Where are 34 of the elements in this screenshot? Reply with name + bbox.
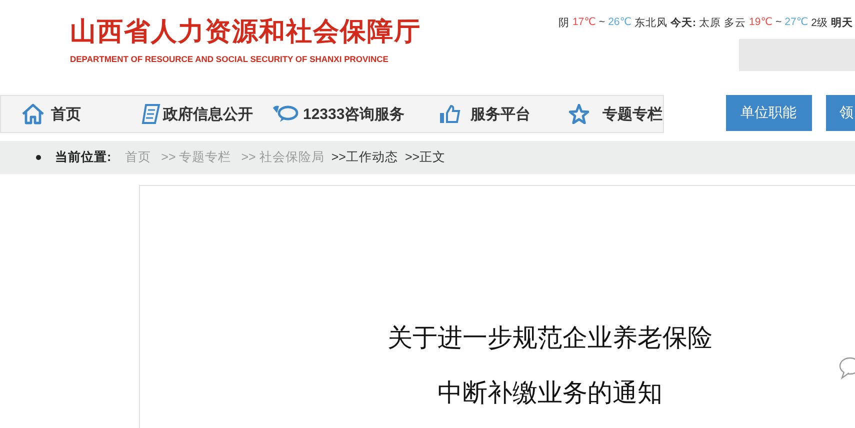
weather-text: 今天: (670, 16, 696, 30)
star-icon (568, 104, 589, 124)
nav-link[interactable]: 政府信息公开 (141, 103, 253, 125)
weather-text: 2级 (811, 16, 828, 30)
menu-button[interactable]: 单位职能 (726, 95, 812, 131)
thumbs-up-icon (438, 104, 461, 124)
weather-text: 东北风 (634, 16, 668, 30)
menu-button[interactable]: 领 (826, 95, 855, 131)
weather-text: 太原 (699, 16, 722, 30)
weather-text: 明天 (831, 16, 853, 30)
weather-text: 多云 (724, 16, 746, 30)
article-title: 关于进一步规范企业养老保险 (388, 323, 712, 354)
site-subtitle: DEPARTMENT OF RESOURCE AND SOCIAL SECURITY OF SHANXI PROVINCE (70, 54, 390, 64)
nav-link[interactable]: 服务平台 (438, 104, 531, 124)
breadcrumb-label: 当前位置: (55, 149, 112, 166)
weather-text: 19℃ (749, 16, 773, 30)
weather-text: ~ (776, 16, 782, 30)
site-title: 山西省人力资源和社会保障厅 (70, 15, 422, 48)
breadcrumb-link[interactable]: >>正文 (404, 149, 446, 166)
weather-text: ~ (598, 16, 606, 30)
nav-link[interactable]: 首页 (21, 103, 81, 125)
nav-link[interactable]: 专题专栏 (568, 104, 663, 124)
article-title: 中断补缴业务的通知 (438, 378, 662, 409)
weather-text: 17℃ (572, 16, 596, 30)
nav-link[interactable]: 12333咨询服务 (271, 104, 405, 124)
bullet-icon (36, 155, 41, 160)
home-icon (21, 103, 45, 125)
chat-bubble-icon[interactable] (839, 356, 855, 382)
weather-text: 27℃ (784, 16, 808, 30)
chat-icon (271, 104, 299, 124)
document-icon (141, 103, 161, 125)
breadcrumb-link[interactable]: >>工作动态 (331, 149, 398, 166)
weather-text: 26℃ (608, 16, 632, 30)
weather-text: 阴 (558, 16, 570, 30)
